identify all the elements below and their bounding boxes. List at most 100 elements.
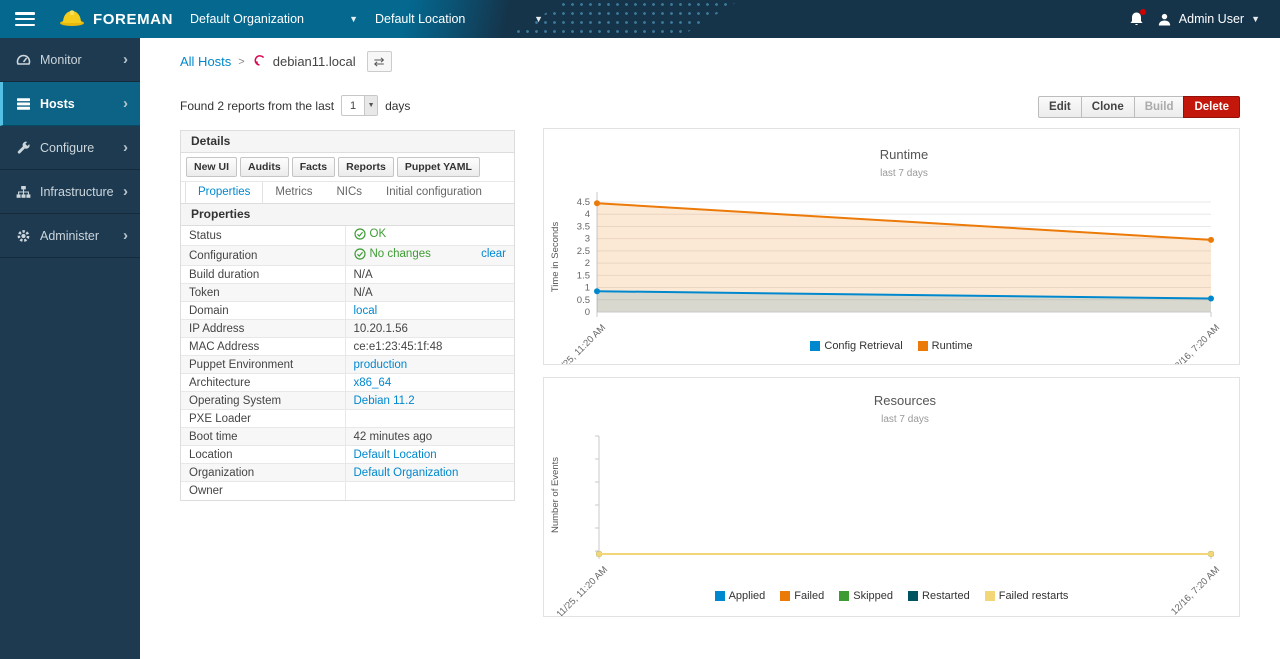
brand-text: FOREMAN [93,11,173,28]
status-badge: OK [354,228,387,240]
runtime-chart-panel: Runtimelast 7 daysTime in Seconds00.511.… [543,128,1240,365]
chevron-right-icon: › [123,96,128,111]
legend-item-failed-restarts[interactable]: Failed restarts [985,590,1069,602]
legend-item-skipped[interactable]: Skipped [839,590,893,602]
puppet-environment-link[interactable]: production [354,359,408,371]
build-button[interactable]: Build [1134,96,1185,118]
tab-metrics[interactable]: Metrics [263,182,324,203]
table-row: Build duration N/A [181,266,514,284]
table-row: Architecturex86_64 [181,374,514,392]
main-content: All Hosts > debian11.local ⇄ Found 2 rep… [140,38,1280,659]
location-selector-label: Default Location [375,12,465,26]
chevron-right-icon: › [123,140,128,155]
svg-text:Number of Events: Number of Events [550,457,561,533]
legend-item-restarted[interactable]: Restarted [908,590,970,602]
hamburger-menu-icon[interactable] [15,12,35,26]
organization-selector[interactable]: Default Organization ▼ [190,12,358,26]
ok-check-icon [354,248,366,260]
legend-label: Config Retrieval [824,340,902,352]
location-selector[interactable]: Default Location ▼ [375,12,543,26]
notifications-bell-icon[interactable] [1129,11,1144,27]
facts-button[interactable]: Facts [292,157,335,177]
chart-legend: Config Retrieval Runtime [544,340,1239,352]
organization-link[interactable]: Default Organization [354,467,459,479]
property-label-location: Location [181,446,345,464]
report-count-text: Found 2 reports from the last [180,99,334,113]
property-value-organization: Default Organization [345,464,514,482]
user-name: Admin User [1179,12,1244,26]
legend-item-runtime[interactable]: Runtime [918,340,973,352]
table-row: MAC Address ce:e1:23:45:1f:48 [181,338,514,356]
notification-badge [1140,9,1146,15]
legend-swatch [908,591,918,601]
svg-text:1.5: 1.5 [577,270,590,281]
value-text: ce:e1:23:45:1f:48 [354,341,443,353]
organization-selector-label: Default Organization [190,12,304,26]
property-label-mac-address: MAC Address [181,338,345,356]
edit-button[interactable]: Edit [1038,96,1082,118]
ui-switcher-button[interactable]: ⇄ [367,51,392,72]
days-select[interactable]: 1 ▼ [341,95,378,116]
puppet-yaml-button[interactable]: Puppet YAML [397,157,480,177]
sidebar-item-label: Monitor [40,53,82,67]
sidebar-item-administer[interactable]: Administer› [0,214,140,258]
property-value-architecture: x86_64 [345,374,514,392]
property-value-puppet-environment: production [345,356,514,374]
user-menu[interactable]: Admin User ▼ [1157,12,1260,27]
table-row: Operating SystemDebian 11.2 [181,392,514,410]
value-text: N/A [354,269,373,281]
delete-button[interactable]: Delete [1183,96,1240,118]
property-value-domain: local [345,302,514,320]
legend-item-config-retrieval[interactable]: Config Retrieval [810,340,902,352]
breadcrumb-all-hosts-link[interactable]: All Hosts [180,54,231,69]
chevron-right-icon: › [123,52,128,67]
tab-initial-configuration[interactable]: Initial configuration [374,182,494,203]
clone-button[interactable]: Clone [1081,96,1135,118]
domain-link[interactable]: local [354,305,378,317]
clear-link[interactable]: clear [481,248,506,260]
new-ui-button[interactable]: New UI [186,157,237,177]
table-row: Domainlocal [181,302,514,320]
svg-text:2: 2 [585,258,590,269]
svg-text:0: 0 [585,307,590,318]
property-value-pxe-loader [345,410,514,428]
resources-chart: Resourceslast 7 daysNumber of Events11/2… [544,378,1239,616]
properties-table: StatusOKConfigurationclearNo changesBuil… [181,226,514,500]
legend-item-applied[interactable]: Applied [715,590,766,602]
legend-item-failed[interactable]: Failed [780,590,824,602]
tab-nics[interactable]: NICs [324,182,374,203]
gear-icon [16,229,31,243]
details-panel: Details New UIAuditsFactsReportsPuppet Y… [180,130,515,204]
gauge-icon [16,53,31,67]
sidebar-nav: Monitor›Hosts›Configure›Infrastructure›A… [0,38,140,659]
sidebar-item-configure[interactable]: Configure› [0,126,140,170]
server-icon [16,97,31,111]
sitemap-icon [16,185,31,199]
legend-label: Skipped [853,590,893,602]
value-text: 10.20.1.56 [354,323,408,335]
foreman-brand[interactable]: FOREMAN [59,7,173,32]
operating-system-link[interactable]: Debian 11.2 [354,395,415,407]
tab-properties[interactable]: Properties [185,182,263,203]
location-link[interactable]: Default Location [354,449,437,461]
sidebar-item-hosts[interactable]: Hosts› [0,82,140,126]
topbar: FOREMAN Default Organization ▼ Default L… [0,0,1280,38]
status-text: OK [370,228,387,240]
property-label-build-duration: Build duration [181,266,345,284]
chevron-right-icon: › [123,228,128,243]
table-row: Boot time42 minutes ago [181,428,514,446]
host-name: debian11.local [273,54,356,69]
legend-swatch [810,341,820,351]
property-value-build-duration: N/A [345,266,514,284]
architecture-link[interactable]: x86_64 [354,377,392,389]
properties-panel-title: Properties [181,204,514,226]
user-icon [1157,12,1172,27]
svg-text:last 7 days: last 7 days [880,168,928,179]
sidebar-item-infrastructure[interactable]: Infrastructure› [0,170,140,214]
report-days-suffix: days [385,99,410,113]
reports-button[interactable]: Reports [338,157,394,177]
sidebar-item-monitor[interactable]: Monitor › [0,38,140,82]
caret-down-icon: ▼ [364,96,377,115]
audits-button[interactable]: Audits [240,157,289,177]
property-label-organization: Organization [181,464,345,482]
